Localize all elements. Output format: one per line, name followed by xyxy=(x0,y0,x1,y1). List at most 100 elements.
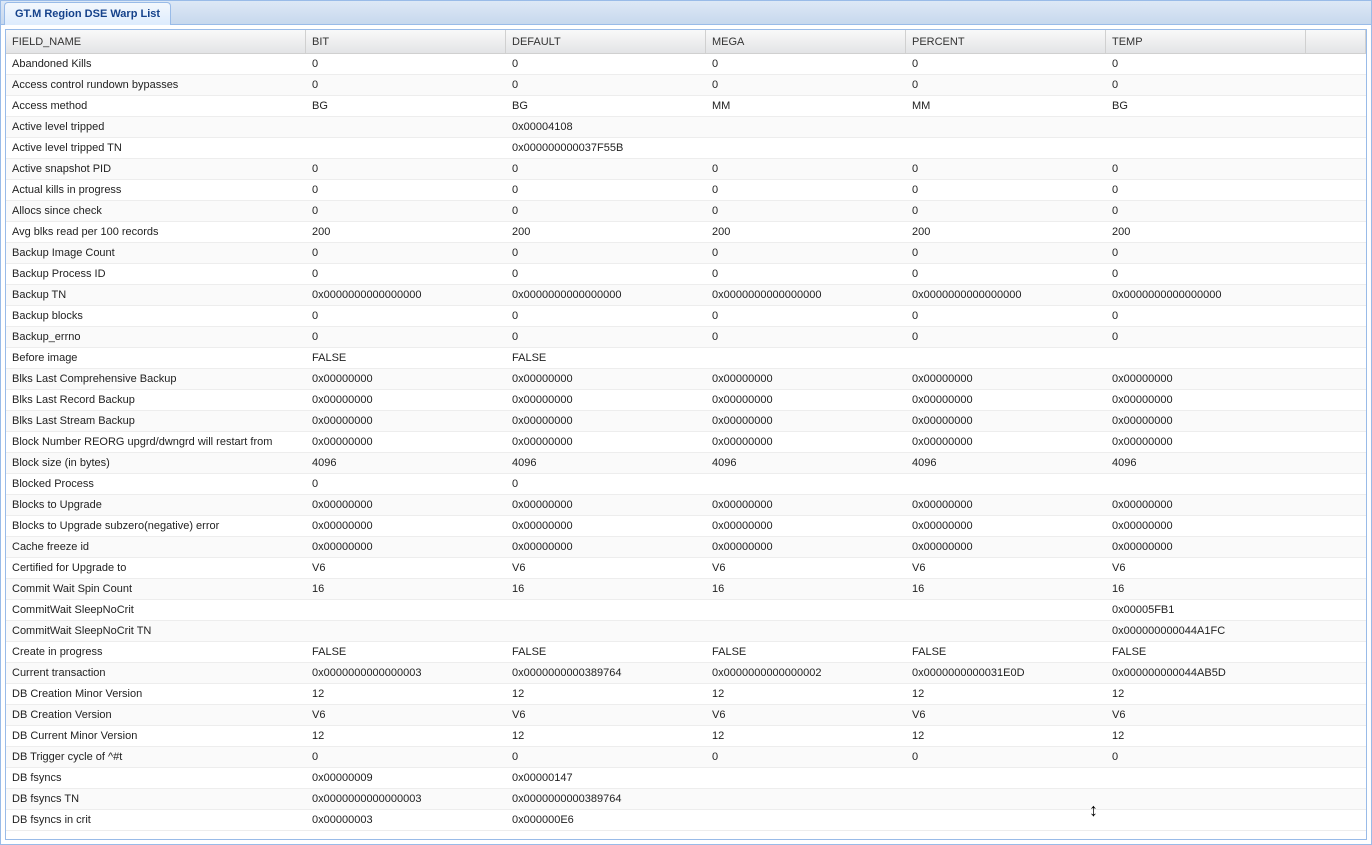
cell-field-name: Blks Last Stream Backup xyxy=(6,415,306,427)
table-row[interactable]: Backup Image Count00000 xyxy=(6,243,1366,264)
cell-value: 0x000000E6 xyxy=(506,814,706,826)
cell-value: 0x00000000 xyxy=(906,436,1106,448)
cell-value: 0x00005FB1 xyxy=(1106,604,1306,616)
table-row[interactable]: Backup_errno00000 xyxy=(6,327,1366,348)
cell-value: FALSE xyxy=(306,646,506,658)
cell-value: 0 xyxy=(306,268,506,280)
column-header-mega[interactable]: MEGA xyxy=(706,30,906,53)
cell-value: 0 xyxy=(1106,163,1306,175)
cell-value: 0x00000000 xyxy=(506,520,706,532)
table-row[interactable]: Active level tripped TN0x000000000037F55… xyxy=(6,138,1366,159)
table-row[interactable]: Block Number REORG upgrd/dwngrd will res… xyxy=(6,432,1366,453)
cell-field-name: Before image xyxy=(6,352,306,364)
table-row[interactable]: Backup TN0x00000000000000000x00000000000… xyxy=(6,285,1366,306)
cell-value: 0x0000000000000000 xyxy=(706,289,906,301)
table-row[interactable]: Blks Last Comprehensive Backup0x00000000… xyxy=(6,369,1366,390)
cell-field-name: Current transaction xyxy=(6,667,306,679)
column-header-default[interactable]: DEFAULT xyxy=(506,30,706,53)
table-row[interactable]: DB Current Minor Version1212121212 xyxy=(6,726,1366,747)
cell-field-name: Allocs since check xyxy=(6,205,306,217)
table-row[interactable]: Allocs since check00000 xyxy=(6,201,1366,222)
cell-value: 0x00000000 xyxy=(1106,415,1306,427)
cell-value: 0x00000000 xyxy=(706,436,906,448)
cell-value: 0 xyxy=(706,58,906,70)
cell-value: 0x0000000000031E0D xyxy=(906,667,1106,679)
cell-field-name: Blocks to Upgrade xyxy=(6,499,306,511)
table-row[interactable]: Before imageFALSEFALSE xyxy=(6,348,1366,369)
table-row[interactable]: Certified for Upgrade toV6V6V6V6V6 xyxy=(6,558,1366,579)
table-row[interactable]: Block size (in bytes)4096409640964096409… xyxy=(6,453,1366,474)
table-row[interactable]: Access methodBGBGMMMMBG xyxy=(6,96,1366,117)
table-row[interactable]: Avg blks read per 100 records20020020020… xyxy=(6,222,1366,243)
table-row[interactable]: Backup blocks00000 xyxy=(6,306,1366,327)
cell-value: 0 xyxy=(1106,58,1306,70)
table-row[interactable]: Blocks to Upgrade0x000000000x000000000x0… xyxy=(6,495,1366,516)
table-row[interactable]: DB Creation VersionV6V6V6V6V6 xyxy=(6,705,1366,726)
cell-value: 0 xyxy=(706,331,906,343)
panel-main: GT.M Region DSE Warp List FIELD_NAME BIT… xyxy=(0,0,1372,845)
table-row[interactable]: Blocked Process00 xyxy=(6,474,1366,495)
cell-value: 0x0000000000389764 xyxy=(506,793,706,805)
cell-field-name: DB fsyncs TN xyxy=(6,793,306,805)
table-row[interactable]: Active level tripped0x00004108 xyxy=(6,117,1366,138)
cell-value: 0 xyxy=(506,310,706,322)
table-row[interactable]: Commit Wait Spin Count1616161616 xyxy=(6,579,1366,600)
table-row[interactable]: Create in progressFALSEFALSEFALSEFALSEFA… xyxy=(6,642,1366,663)
tab-warp-list[interactable]: GT.M Region DSE Warp List xyxy=(4,2,171,25)
table-row[interactable]: DB Trigger cycle of ^#t00000 xyxy=(6,747,1366,768)
cell-value: 0 xyxy=(506,184,706,196)
cell-value: 0x00000000 xyxy=(306,394,506,406)
cell-value: 0 xyxy=(1106,247,1306,259)
table-row[interactable]: DB fsyncs in crit0x000000030x000000E6 xyxy=(6,810,1366,831)
grid-body[interactable]: Abandoned Kills00000Access control rundo… xyxy=(6,54,1366,839)
cell-value: 0x00000000 xyxy=(506,499,706,511)
cell-field-name: Backup TN xyxy=(6,289,306,301)
table-row[interactable]: CommitWait SleepNoCrit TN0x000000000044A… xyxy=(6,621,1366,642)
column-header-temp[interactable]: TEMP xyxy=(1106,30,1306,53)
table-row[interactable]: Access control rundown bypasses00000 xyxy=(6,75,1366,96)
cell-field-name: DB Creation Minor Version xyxy=(6,688,306,700)
table-row[interactable]: Cache freeze id0x000000000x000000000x000… xyxy=(6,537,1366,558)
cell-field-name: Block Number REORG upgrd/dwngrd will res… xyxy=(6,436,306,448)
cell-value: 0 xyxy=(506,268,706,280)
cell-value: 0 xyxy=(1106,310,1306,322)
cell-value: 0 xyxy=(706,79,906,91)
cell-value: V6 xyxy=(706,562,906,574)
cell-value: BG xyxy=(506,100,706,112)
table-row[interactable]: Blks Last Record Backup0x000000000x00000… xyxy=(6,390,1366,411)
cell-value: 12 xyxy=(306,730,506,742)
cell-value: 0x00000000 xyxy=(706,394,906,406)
table-row[interactable]: Active snapshot PID00000 xyxy=(6,159,1366,180)
cell-value: 0x00000000 xyxy=(306,436,506,448)
cell-value: 0x00000000 xyxy=(306,499,506,511)
cell-value: 0x00000000 xyxy=(506,541,706,553)
cell-value: 0x0000000000000003 xyxy=(306,667,506,679)
table-row[interactable]: Current transaction0x0000000000000003 0x0… xyxy=(6,663,1366,684)
cell-value: 0x000000000044AB5D xyxy=(1106,667,1306,679)
cell-value: 4096 xyxy=(506,457,706,469)
table-row[interactable]: Blks Last Stream Backup0x000000000x00000… xyxy=(6,411,1366,432)
table-row[interactable]: DB fsyncs0x000000090x00000147 xyxy=(6,768,1366,789)
cell-value: 0x00000000 xyxy=(906,373,1106,385)
table-row[interactable]: Abandoned Kills00000 xyxy=(6,54,1366,75)
cell-value: BG xyxy=(306,100,506,112)
cell-value: 0 xyxy=(906,310,1106,322)
column-header-percent[interactable]: PERCENT xyxy=(906,30,1106,53)
cell-value: 0x00000000 xyxy=(1106,394,1306,406)
table-row[interactable]: CommitWait SleepNoCrit0x00005FB1 xyxy=(6,600,1366,621)
table-row[interactable]: Blocks to Upgrade subzero(negative) erro… xyxy=(6,516,1366,537)
column-header-spacer xyxy=(1306,30,1366,53)
cell-field-name: Blocked Process xyxy=(6,478,306,490)
table-row[interactable]: Actual kills in progress00000 xyxy=(6,180,1366,201)
table-row[interactable]: DB Creation Minor Version1212121212 xyxy=(6,684,1366,705)
cell-value: 0x0000000000000003 xyxy=(306,793,506,805)
cell-value: FALSE xyxy=(306,352,506,364)
table-row[interactable]: Backup Process ID00000 xyxy=(6,264,1366,285)
cell-value: 16 xyxy=(906,583,1106,595)
table-row[interactable]: DB fsyncs TN0x00000000000000030x00000000… xyxy=(6,789,1366,810)
column-header-field-name[interactable]: FIELD_NAME xyxy=(6,30,306,53)
cell-value: 4096 xyxy=(306,457,506,469)
cell-value: 4096 xyxy=(1106,457,1306,469)
cell-value: 0x00000000 xyxy=(506,394,706,406)
column-header-bit[interactable]: BIT xyxy=(306,30,506,53)
